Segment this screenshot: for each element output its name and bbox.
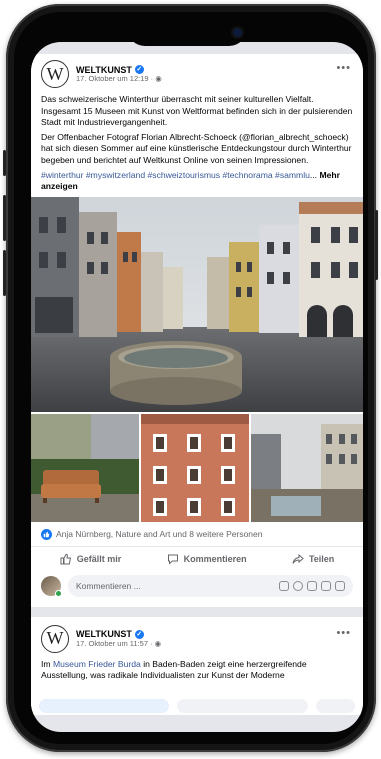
comment-tools bbox=[279, 580, 345, 591]
user-avatar[interactable] bbox=[41, 575, 62, 597]
share-label: Teilen bbox=[308, 553, 335, 564]
share-icon bbox=[292, 553, 304, 564]
more-options-icon[interactable]: ••• bbox=[336, 627, 351, 639]
reactions-text[interactable]: Anja Nürnberg, Nature and Art und 8 weit… bbox=[56, 529, 263, 539]
gif-icon[interactable] bbox=[321, 580, 331, 591]
post-card: W WELTKUNST ✓ 17. Oktober um 11:57 · ◉ •… bbox=[31, 616, 363, 715]
like-reaction-icon bbox=[41, 528, 52, 540]
post-photo-main[interactable] bbox=[31, 196, 363, 412]
volume-up-button bbox=[3, 195, 6, 241]
text-before-link: Im bbox=[41, 658, 53, 669]
preview-button-1[interactable] bbox=[39, 698, 170, 713]
post-photo-industrial[interactable] bbox=[251, 413, 363, 522]
page-avatar[interactable]: W bbox=[41, 624, 69, 653]
comment-button[interactable]: Kommentieren bbox=[167, 553, 247, 565]
post-photo-facade[interactable] bbox=[141, 413, 249, 522]
avatar-sticker-icon[interactable] bbox=[279, 580, 289, 591]
post-actions: Gefällt mir Kommentieren Teilen bbox=[31, 547, 363, 569]
globe-icon: ◉ bbox=[155, 73, 162, 83]
industrial-photo bbox=[251, 413, 363, 522]
post-card: W WELTKUNST ✓ 17. Oktober um 12:19 · ◉ •… bbox=[31, 54, 363, 607]
verified-badge-icon: ✓ bbox=[134, 65, 144, 75]
timestamp-text[interactable]: 17. Oktober um 12:19 · bbox=[76, 74, 155, 83]
preview-button-2[interactable] bbox=[177, 698, 308, 713]
globe-icon: ◉ bbox=[154, 638, 162, 648]
post-photo-sofa[interactable] bbox=[31, 413, 139, 522]
town-square-photo bbox=[31, 196, 363, 412]
post-header: W WELTKUNST ✓ 17. Oktober um 12:19 · ◉ •… bbox=[31, 54, 363, 92]
post-paragraph-1: Im Museum Frieder Burda in Baden-Baden z… bbox=[41, 659, 353, 682]
phone-screen: W WELTKUNST ✓ 17. Oktober um 12:19 · ◉ •… bbox=[31, 42, 363, 732]
post-timestamp[interactable]: 17. Oktober um 11:57 · ◉ bbox=[76, 638, 162, 649]
sticker-icon[interactable] bbox=[335, 580, 345, 591]
comment-input[interactable]: Kommentieren ... bbox=[68, 574, 353, 597]
sofa-photo bbox=[31, 413, 139, 522]
facade-photo bbox=[141, 413, 249, 522]
post-text: Das schweizerische Winterthur überrascht… bbox=[31, 92, 363, 193]
timestamp-text[interactable]: 17. Oktober um 11:57 · bbox=[76, 639, 155, 648]
museum-link[interactable]: Museum Frieder Burda bbox=[53, 659, 141, 669]
more-options-icon[interactable]: ••• bbox=[336, 62, 351, 74]
volume-down-button bbox=[3, 250, 6, 296]
comment-icon bbox=[167, 554, 178, 565]
online-status-dot bbox=[55, 589, 62, 597]
comment-composer: Kommentieren ... bbox=[31, 569, 363, 607]
post-meta: WELTKUNST ✓ 17. Oktober um 11:57 · ◉ bbox=[76, 629, 161, 648]
like-label: Gefällt mir bbox=[76, 553, 122, 564]
share-button[interactable]: Teilen bbox=[292, 553, 334, 565]
post-paragraph-1: Das schweizerische Winterthur überrascht… bbox=[41, 94, 353, 128]
comment-label: Kommentieren bbox=[183, 553, 247, 564]
front-camera bbox=[233, 28, 242, 37]
mute-switch bbox=[3, 150, 6, 176]
comment-placeholder: Kommentieren ... bbox=[76, 580, 141, 591]
emoji-icon[interactable] bbox=[293, 580, 303, 591]
notch bbox=[127, 18, 247, 46]
power-button bbox=[375, 210, 378, 280]
post-text: Im Museum Frieder Burda in Baden-Baden z… bbox=[31, 657, 363, 682]
page-avatar[interactable]: W bbox=[41, 60, 69, 88]
post-header: W WELTKUNST ✓ 17. Oktober um 11:57 · ◉ •… bbox=[31, 617, 363, 657]
post-photo-row bbox=[31, 413, 363, 522]
post-paragraph-3: #winterthur #myswitzerland #schweiztouri… bbox=[41, 170, 353, 193]
camera-icon[interactable] bbox=[307, 580, 317, 591]
post-paragraph-2: Der Offenbacher Fotograf Florian Albrech… bbox=[41, 131, 352, 165]
post-meta: WELTKUNST ✓ 17. Oktober um 12:19 · ◉ bbox=[76, 65, 162, 84]
preview-button-3[interactable] bbox=[315, 698, 355, 713]
reactions-summary[interactable]: Anja Nürnberg, Nature and Art und 8 weit… bbox=[31, 522, 363, 547]
thumbs-up-icon bbox=[60, 553, 71, 565]
hashtags[interactable]: #winterthur #myswitzerland #schweiztouri… bbox=[41, 170, 310, 180]
link-preview-buttons bbox=[31, 694, 363, 715]
verified-badge-icon: ✓ bbox=[134, 629, 144, 639]
like-button[interactable]: Gefällt mir bbox=[60, 553, 122, 565]
post-timestamp[interactable]: 17. Oktober um 12:19 · ◉ bbox=[76, 73, 162, 84]
